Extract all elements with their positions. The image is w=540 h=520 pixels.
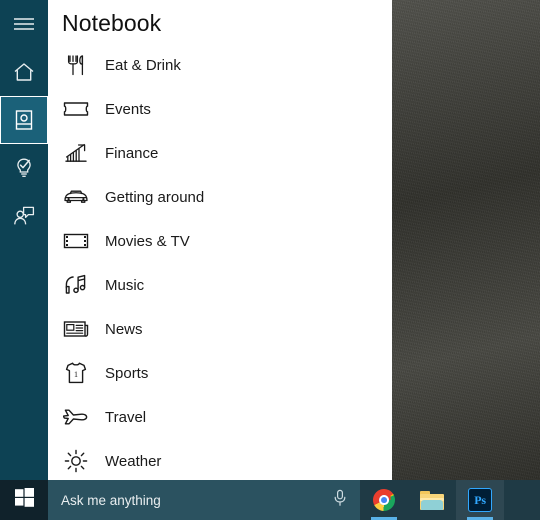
photoshop-icon: Ps [468, 488, 492, 512]
airplane-icon [62, 403, 90, 431]
car-icon [62, 183, 90, 211]
list-item-travel[interactable]: Travel [48, 395, 392, 439]
list-item-label: Events [105, 100, 151, 118]
list-item-sports[interactable]: 1 Sports [48, 351, 392, 395]
lightbulb-check-icon [14, 157, 34, 179]
list-item-getting-around[interactable]: Getting around [48, 175, 392, 219]
list-item-label: Movies & TV [105, 232, 190, 250]
notebook-icon [14, 109, 34, 131]
film-strip-icon [62, 227, 90, 255]
person-feedback-icon [13, 205, 35, 227]
newspaper-icon [62, 315, 90, 343]
page-title: Notebook [62, 10, 162, 36]
list-item-label: Eat & Drink [105, 56, 181, 74]
list-item-label: Music [105, 276, 145, 294]
windows-logo-icon [14, 488, 34, 512]
taskbar-button-photoshop[interactable]: Ps [456, 480, 504, 520]
cortana-search-box[interactable]: Ask me anything [48, 480, 360, 520]
screen: Notebook Eat & Drink Events Finance Gett… [0, 0, 540, 520]
taskbar: Ask me anything Ps [0, 480, 540, 520]
microphone-icon [332, 489, 348, 512]
list-item-label: Travel [105, 408, 147, 426]
list-item-finance[interactable]: Finance [48, 131, 392, 175]
wallpaper-sheen [392, 0, 540, 480]
list-item-label: Sports [105, 364, 149, 382]
sidebar-item-reminders[interactable] [0, 144, 48, 192]
hamburger-icon [13, 16, 35, 32]
list-item-music[interactable]: Music [48, 263, 392, 307]
chart-growth-icon [62, 139, 90, 167]
taskbar-app-buttons: Ps [360, 480, 540, 520]
sidebar-item-notebook[interactable] [0, 96, 48, 144]
cortana-nav-rail [0, 0, 48, 480]
chrome-icon [373, 489, 395, 511]
folder-icon [420, 490, 444, 510]
ticket-icon [62, 95, 90, 123]
sidebar-item-home[interactable] [0, 48, 48, 96]
list-item-label: Getting around [105, 188, 205, 206]
jersey-icon: 1 [62, 359, 90, 387]
start-button[interactable] [0, 480, 48, 520]
hamburger-menu-button[interactable] [0, 0, 48, 48]
microphone-button[interactable] [320, 480, 360, 520]
list-item-label: News [105, 320, 143, 338]
home-icon [13, 62, 35, 82]
list-item-eat-and-drink[interactable]: Eat & Drink [48, 43, 392, 87]
desktop-wallpaper [392, 0, 540, 480]
list-item-news[interactable]: News [48, 307, 392, 351]
headphones-note-icon [62, 271, 90, 299]
notebook-list-panel: Notebook Eat & Drink Events Finance Gett… [48, 0, 392, 480]
list-item-label: Weather [105, 452, 162, 470]
fork-knife-icon [62, 51, 90, 79]
search-input[interactable]: Ask me anything [61, 493, 161, 508]
taskbar-button-chrome[interactable] [360, 480, 408, 520]
taskbar-button-file-explorer[interactable] [408, 480, 456, 520]
sidebar-item-feedback[interactable] [0, 192, 48, 240]
list-item-label: Finance [105, 144, 159, 162]
sun-icon [62, 447, 90, 475]
list-item-events[interactable]: Events [48, 87, 392, 131]
svg-text:1: 1 [74, 370, 78, 379]
list-item-movies-and-tv[interactable]: Movies & TV [48, 219, 392, 263]
list-item-weather[interactable]: Weather [48, 439, 392, 480]
notebook-list: Eat & Drink Events Finance Getting aroun… [48, 43, 392, 480]
cortana-notebook-panel: Notebook Eat & Drink Events Finance Gett… [0, 0, 392, 480]
